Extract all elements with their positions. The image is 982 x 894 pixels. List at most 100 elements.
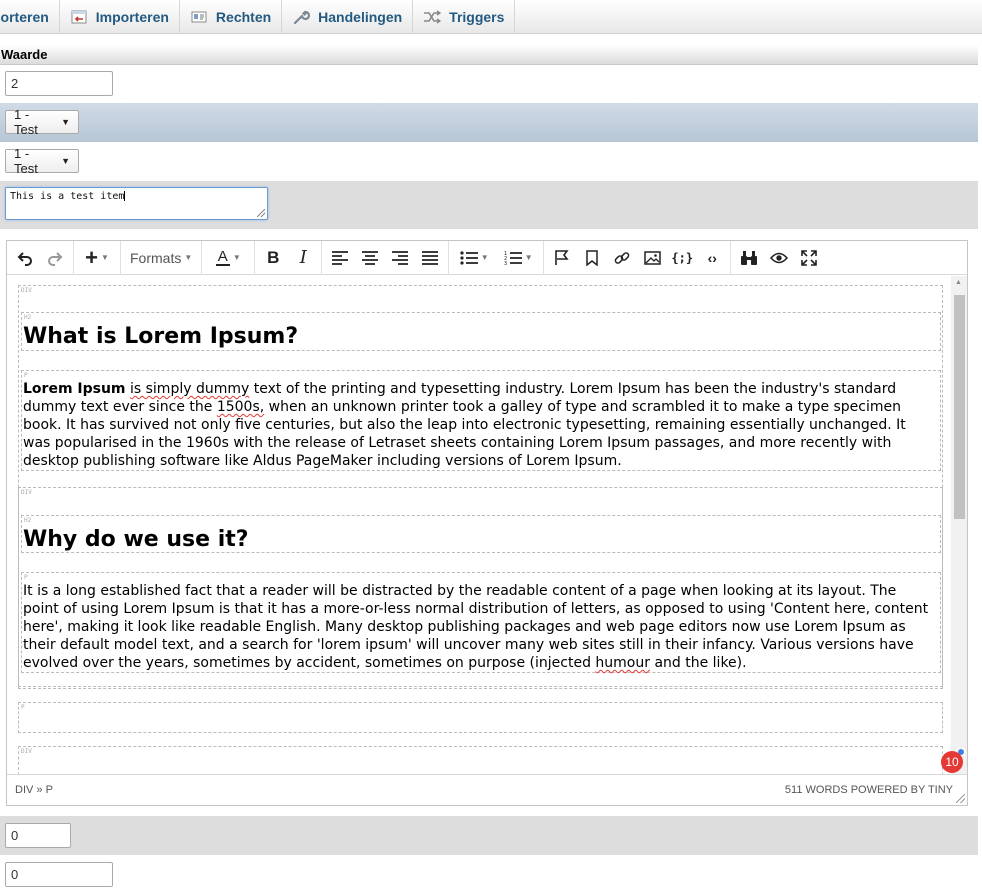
spellcheck-word[interactable]: humour xyxy=(595,655,650,671)
image-button[interactable] xyxy=(637,244,667,272)
block-tag: DIV xyxy=(21,748,32,755)
form-row-select-2: 1 - Test ▼ xyxy=(0,142,978,181)
bookmark-icon xyxy=(586,249,599,266)
element-path[interactable]: DIV » P xyxy=(15,784,53,796)
chevron-down-icon: ▼ xyxy=(480,253,489,262)
tab-triggers[interactable]: Triggers xyxy=(413,0,516,34)
description-textarea[interactable]: This is a test item xyxy=(5,187,268,220)
tab-rechten[interactable]: Rechten xyxy=(180,0,283,34)
select-value: 1 - Test xyxy=(14,146,38,176)
value-input[interactable] xyxy=(5,71,113,96)
number-input-1[interactable] xyxy=(5,823,71,848)
formats-label: Formats xyxy=(130,249,182,266)
tab-label: Triggers xyxy=(449,9,505,25)
trigger-icon xyxy=(423,8,442,26)
tab-importeren[interactable]: Importeren xyxy=(60,0,180,34)
form-row-bottom-1 xyxy=(0,816,978,855)
align-justify-button[interactable] xyxy=(415,244,445,272)
eye-icon xyxy=(770,252,789,263)
italic-icon: I xyxy=(299,247,307,268)
paragraph-text: It is a long established fact that a rea… xyxy=(23,583,929,671)
tab-label: Importeren xyxy=(95,9,169,25)
formats-dropdown[interactable]: Formats ▼ xyxy=(124,244,198,272)
tab-handelingen[interactable]: Handelingen xyxy=(282,0,414,34)
heading-why-do-we-use-it: Why do we use it? xyxy=(23,527,249,552)
text-color-button[interactable]: A ▼ xyxy=(205,244,251,272)
undo-button[interactable] xyxy=(10,244,40,272)
tab-exporteren[interactable]: porteren xyxy=(0,0,60,34)
form-row-value xyxy=(0,66,978,103)
spellcheck-word[interactable]: is simply dummy xyxy=(130,381,249,397)
editor-resize-handle[interactable] xyxy=(956,794,965,803)
block-tag: DIV xyxy=(21,287,32,294)
align-center-button[interactable] xyxy=(355,244,385,272)
tab-label: Rechten xyxy=(215,9,272,25)
bullet-list-icon xyxy=(460,250,478,265)
scrollbar-thumb[interactable] xyxy=(954,295,965,519)
align-right-button[interactable] xyxy=(385,244,415,272)
chevron-down-icon: ▼ xyxy=(524,253,533,262)
bold-icon: B xyxy=(267,247,280,267)
template-vars-button[interactable]: {;} xyxy=(667,244,697,272)
text-color-icon: A xyxy=(215,247,230,266)
scroll-up-icon[interactable]: ▲ xyxy=(955,279,962,286)
textarea-value: This is a test item xyxy=(10,191,125,202)
select-value: 1 - Test xyxy=(14,107,38,137)
editor-content[interactable]: DIV H2 What is Lorem Ipsum? P Lorem Ipsu… xyxy=(7,276,951,774)
align-right-icon xyxy=(392,250,409,265)
caret-down-icon: ▼ xyxy=(61,117,70,127)
block-tag: P xyxy=(24,574,28,581)
numbered-list-icon: 123 xyxy=(504,251,522,266)
tab-bar: porteren Importeren Rechten Handelingen … xyxy=(0,0,982,34)
resize-handle[interactable] xyxy=(257,209,265,217)
undo-icon xyxy=(17,251,32,266)
bookmark-button[interactable] xyxy=(577,244,607,272)
spellcheck-word[interactable]: 1500s, xyxy=(217,399,264,415)
tab-label: porteren xyxy=(0,9,49,25)
form-row-textarea: This is a test item xyxy=(0,181,978,229)
heading-what-is-lorem-ipsum: What is Lorem Ipsum? xyxy=(23,324,299,349)
word-count: 511 WORDS POWERED BY TINY xyxy=(784,784,953,796)
redo-icon xyxy=(48,251,63,266)
fullscreen-icon xyxy=(801,249,818,266)
column-header-waarde: Waarde xyxy=(0,45,978,65)
test-select-2[interactable]: 1 - Test ▼ xyxy=(5,146,79,176)
fullscreen-button[interactable] xyxy=(794,244,824,272)
editor-statusbar: DIV » P 511 WORDS POWERED BY TINY xyxy=(7,774,967,805)
plus-icon: + xyxy=(85,244,98,270)
bold-text: Lorem Ipsum xyxy=(23,381,126,397)
caret-down-icon: ▼ xyxy=(61,156,70,166)
bold-button[interactable]: B xyxy=(258,244,288,272)
notification-badge[interactable]: 10 xyxy=(941,751,963,773)
block-tag: P xyxy=(21,704,25,711)
test-select-1[interactable]: 1 - Test ▼ xyxy=(5,107,79,137)
align-left-icon xyxy=(332,250,349,265)
div-block-empty: DIV xyxy=(18,746,943,774)
redo-button[interactable] xyxy=(40,244,70,272)
paragraph-2: It is a long established fact that a rea… xyxy=(23,582,933,672)
insert-button[interactable]: + ▼ xyxy=(77,244,117,272)
chevron-down-icon: ▼ xyxy=(232,253,241,262)
numbered-list-button[interactable]: 123 ▼ xyxy=(496,244,540,272)
link-button[interactable] xyxy=(607,244,637,272)
block-tag: H2 xyxy=(24,517,32,524)
link-icon xyxy=(614,251,630,264)
paragraph-text: and the like). xyxy=(650,655,747,671)
editor-toolbar: + ▼ Formats ▼ A ▼ B I ▼ 1 2 3 ▼ {;} ‹› xyxy=(7,240,967,275)
braces-icon: {;} xyxy=(671,250,694,265)
paragraph-1: Lorem Ipsum is simply dummy text of the … xyxy=(23,380,933,470)
number-input-2[interactable] xyxy=(5,862,113,887)
preview-button[interactable] xyxy=(764,244,794,272)
p-block-empty: P xyxy=(18,702,943,733)
flag-button[interactable] xyxy=(547,244,577,272)
find-replace-button[interactable] xyxy=(734,244,764,272)
code-button[interactable]: ‹› xyxy=(697,244,727,272)
flag-icon xyxy=(555,249,569,265)
bullet-list-button[interactable]: ▼ xyxy=(452,244,496,272)
align-left-button[interactable] xyxy=(325,244,355,272)
svg-text:3: 3 xyxy=(504,261,507,266)
align-center-icon xyxy=(362,250,379,265)
italic-button[interactable]: I xyxy=(288,244,318,272)
binoculars-icon xyxy=(741,250,758,265)
rights-icon xyxy=(190,8,208,26)
